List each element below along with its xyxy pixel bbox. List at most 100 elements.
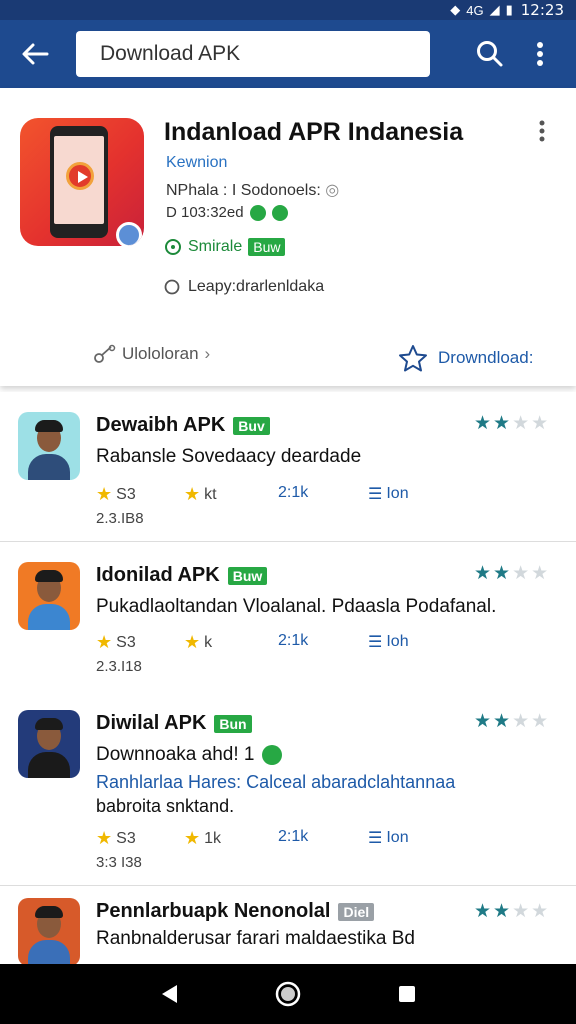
star-icon: ★ bbox=[531, 901, 549, 922]
nav-back-button[interactable] bbox=[149, 974, 189, 1014]
item-description: Downnoaka ahd! 1 bbox=[96, 744, 536, 766]
back-triangle-icon bbox=[162, 985, 178, 1003]
featured-safe-row: Smirale Buw bbox=[164, 238, 286, 256]
item-title: Diwilal APK Bun bbox=[96, 712, 252, 735]
item-stats: ★ S3 ★ 1k 2:1k ☰ Ion bbox=[96, 828, 409, 848]
download-circle-icon bbox=[262, 745, 283, 765]
search-button[interactable] bbox=[460, 20, 520, 88]
author-label: Leapy:drarlenldaka bbox=[188, 278, 325, 295]
featured-more-button[interactable] bbox=[538, 120, 558, 150]
item-stats: ★ S3 ★ kt 2:1k ☰ Ion bbox=[96, 484, 409, 504]
info-icon: ◎ bbox=[325, 182, 340, 199]
star-icon: ★ bbox=[493, 901, 511, 922]
check-icon bbox=[271, 204, 288, 221]
download-label: Drowndload: bbox=[438, 348, 534, 367]
star-icon: ★ bbox=[493, 413, 511, 434]
nav-recents-button[interactable] bbox=[387, 974, 427, 1014]
search-input[interactable]: Download APK bbox=[76, 31, 430, 77]
avatar bbox=[18, 710, 80, 778]
safe-label: Smirale bbox=[188, 238, 243, 255]
item-badge: Buw bbox=[227, 566, 268, 585]
battery-icon: ▮ bbox=[505, 2, 513, 17]
rating-stars: ★ ★ ★ ★ bbox=[474, 710, 548, 733]
avatar bbox=[18, 562, 80, 630]
featured-app-title: Indanload APR Indanesia bbox=[164, 118, 464, 146]
featured-developer: Kewnion bbox=[166, 154, 228, 171]
list-item[interactable]: Diwilal APK Bun ★ ★ ★ ★ Downnoaka ahd! 1 Ra… bbox=[0, 696, 576, 886]
share-icon bbox=[94, 344, 116, 363]
rating-stars: ★ ★ ★ ★ bbox=[474, 900, 548, 923]
item-title: Pennlarbuapk Nenonolal Diel bbox=[96, 900, 375, 923]
star-icon: ★ bbox=[512, 711, 530, 732]
chat-icon bbox=[165, 239, 181, 255]
featured-author-row: Leapy:drarlenldaka bbox=[164, 278, 324, 296]
app-badge-icon bbox=[116, 222, 142, 246]
app-bar: Download APK bbox=[0, 20, 576, 88]
item-description: Ranbnalderusar farari maldaestika Bd bbox=[96, 928, 415, 949]
item-badge: Buv bbox=[233, 416, 270, 435]
featured-info-line: NPhala : I Sodonoels: ◎ bbox=[166, 182, 340, 199]
star-icon: ★ bbox=[512, 413, 530, 434]
star-icon: ★ bbox=[96, 484, 113, 504]
featured-app-icon bbox=[20, 118, 144, 246]
item-size: 2.3.I18 bbox=[96, 658, 142, 675]
list-item[interactable]: Dewaibh APK Buv ★ ★ ★ ★ Rabansle Sovedaacy … bbox=[0, 392, 576, 542]
list-icon: ☰ bbox=[368, 830, 383, 847]
list-icon: ☰ bbox=[368, 486, 383, 503]
rating-stars: ★ ★ ★ ★ bbox=[474, 412, 548, 435]
person-outline-icon bbox=[164, 279, 180, 295]
star-icon: ★ bbox=[184, 828, 201, 848]
featured-actions: Ulololoran › Drowndload: bbox=[0, 344, 576, 374]
back-arrow-icon bbox=[22, 43, 49, 65]
star-icon: ★ bbox=[512, 901, 530, 922]
star-icon: ★ bbox=[493, 563, 511, 584]
system-nav-bar bbox=[0, 964, 576, 1024]
star-icon: ★ bbox=[96, 632, 113, 652]
verified-icon bbox=[249, 204, 266, 221]
item-size: 2.3.IB8 bbox=[96, 510, 144, 527]
more-info-label: Ulololoran bbox=[122, 344, 199, 363]
star-icon: ★ bbox=[96, 828, 113, 848]
item-description-secondary: Ranhlarlaa Hares: Calceal abaradclahtann… bbox=[96, 772, 456, 792]
phone-graphic bbox=[50, 126, 108, 238]
star-outline-icon bbox=[399, 345, 427, 372]
item-description: Pukadlaoltandan Vloalanal. Pdaasla Podaf… bbox=[96, 596, 497, 617]
home-circle-icon bbox=[275, 981, 301, 1007]
star-icon: ★ bbox=[474, 563, 492, 584]
nav-home-button[interactable] bbox=[268, 974, 308, 1014]
star-icon: ★ bbox=[493, 711, 511, 732]
safe-badge: Buw bbox=[248, 238, 286, 256]
star-icon: ★ bbox=[531, 563, 549, 584]
list-item[interactable]: Pennlarbuapk Nenonolal Diel ★ ★ ★ ★ Ranbnal… bbox=[0, 886, 576, 966]
star-icon: ★ bbox=[184, 632, 201, 652]
item-title: Idonilad APK Buw bbox=[96, 564, 268, 587]
chevron-right-icon: › bbox=[204, 344, 211, 363]
item-badge: Bun bbox=[214, 714, 252, 733]
search-input-value: Download APK bbox=[100, 42, 241, 65]
signal-icon: ◢ bbox=[489, 2, 500, 17]
recents-square-icon bbox=[398, 986, 415, 1002]
more-vert-icon bbox=[537, 42, 543, 66]
star-icon: ★ bbox=[184, 484, 201, 504]
avatar bbox=[18, 412, 80, 480]
overflow-menu-button[interactable] bbox=[520, 20, 560, 88]
star-icon: ★ bbox=[474, 413, 492, 434]
item-description-tertiary: babroita snktand. bbox=[96, 796, 235, 816]
item-description: Rabansle Sovedaacy deardade bbox=[96, 446, 362, 467]
list-icon: ☰ bbox=[368, 634, 383, 651]
list-item[interactable]: Idonilad APK Buw ★ ★ ★ ★ Pukadlaoltandan Vl… bbox=[0, 548, 576, 698]
featured-version-line: D 103:32ed bbox=[166, 204, 288, 221]
star-icon: ★ bbox=[474, 901, 492, 922]
avatar bbox=[18, 898, 80, 966]
back-button[interactable] bbox=[0, 20, 70, 88]
status-icons: ◆ 4G ◢ ▮ bbox=[450, 2, 513, 18]
item-title: Dewaibh APK Buv bbox=[96, 414, 270, 437]
item-size: 3:3 I38 bbox=[96, 854, 142, 871]
download-button[interactable]: Drowndload: bbox=[398, 344, 533, 372]
star-icon: ★ bbox=[531, 413, 549, 434]
more-info-link[interactable]: Ulololoran › bbox=[94, 344, 210, 364]
star-icon: ★ bbox=[512, 563, 530, 584]
status-bar: ◆ 4G ◢ ▮ 12:23 bbox=[0, 0, 576, 20]
status-time: 12:23 bbox=[520, 1, 564, 19]
search-icon bbox=[477, 41, 503, 67]
